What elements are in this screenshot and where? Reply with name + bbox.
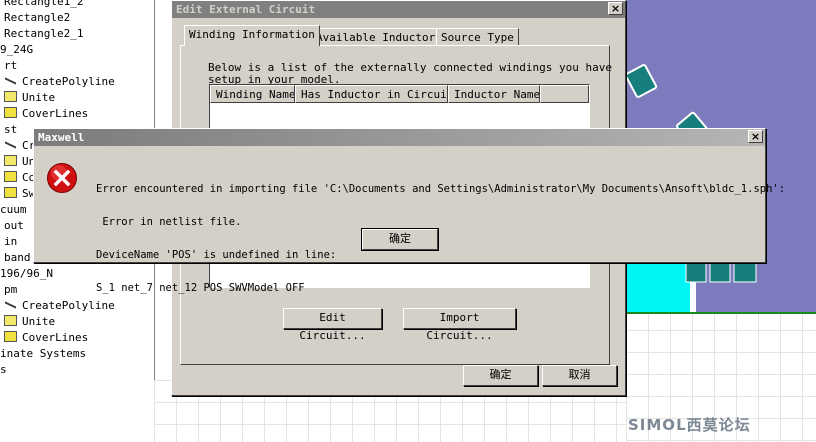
tree-item-label: Unite bbox=[22, 91, 56, 104]
tree-item[interactable]: cuum bbox=[0, 202, 27, 218]
tree-item[interactable]: 196/96_N bbox=[0, 266, 53, 282]
tree-item[interactable]: pm bbox=[4, 282, 17, 298]
tree-item[interactable]: rt bbox=[4, 58, 17, 74]
ok-label: 确定 bbox=[389, 232, 411, 245]
unite-icon bbox=[4, 155, 17, 166]
ok-label: 确定 bbox=[489, 368, 512, 381]
column-header-filler bbox=[540, 85, 589, 103]
tree-item[interactable]: Rectangle1_2 bbox=[4, 0, 83, 10]
tree-item[interactable]: Rectangle2 bbox=[4, 10, 70, 26]
tree-item-label: Rectangle2_1 bbox=[4, 27, 84, 40]
column-header-has-inductor[interactable]: Has Inductor in Circuit bbox=[295, 85, 448, 103]
maxwell-error-dialog: Maxwell × Error encountered in importing… bbox=[33, 128, 785, 294]
tab-label: Source Type bbox=[441, 31, 514, 44]
tree-item-label: Rectangle1_2 bbox=[4, 0, 84, 8]
tree-item[interactable]: Sw bbox=[4, 186, 35, 202]
tree-item-label: out bbox=[4, 219, 24, 232]
tree-item[interactable]: CreatePolyline bbox=[4, 74, 115, 90]
cancel-label: 取消 bbox=[568, 368, 591, 381]
tree-item-label: pm bbox=[4, 283, 18, 296]
tree-item-label: band bbox=[4, 251, 31, 264]
polyline-icon bbox=[4, 75, 17, 86]
tree-item-label: st bbox=[4, 123, 18, 136]
column-label: Has Inductor in Circuit bbox=[301, 88, 448, 101]
tree-item[interactable]: s bbox=[0, 362, 7, 378]
tree-item-label: 196/96_N bbox=[0, 267, 53, 280]
error-dialog-close-button[interactable]: × bbox=[748, 130, 763, 143]
description-text: Below is a list of the externally connec… bbox=[208, 62, 612, 86]
tree-item-label: CreatePolyline bbox=[22, 75, 115, 88]
tree-item[interactable]: out bbox=[4, 218, 24, 234]
tree-item-label: in bbox=[4, 235, 18, 248]
polyline-icon bbox=[4, 299, 17, 310]
error-icon bbox=[47, 163, 77, 193]
column-label: Winding Name bbox=[216, 88, 295, 101]
coverlines-icon bbox=[4, 331, 17, 342]
error-message-line-1: Error encountered in importing file 'C:\… bbox=[96, 183, 786, 195]
tree-item-label: 9_24G bbox=[0, 43, 34, 56]
tree-item[interactable]: Co bbox=[4, 170, 35, 186]
tree-item-label: Unite bbox=[22, 315, 56, 328]
coverlines-icon bbox=[4, 171, 17, 182]
tab-label: Winding Information bbox=[189, 28, 315, 41]
tree-item[interactable]: Cr bbox=[4, 138, 35, 154]
tree-item-label: CoverLines bbox=[22, 107, 89, 120]
coverlines-icon bbox=[4, 187, 17, 198]
tree-item[interactable]: st bbox=[4, 122, 17, 138]
coverlines-icon bbox=[4, 107, 17, 118]
error-message: Error encountered in importing file 'C:\… bbox=[96, 162, 785, 316]
edit-dialog-cancel-button[interactable]: 取消 bbox=[542, 365, 617, 386]
error-message-line-2: Error in netlist file. bbox=[96, 216, 242, 228]
tab-label: Available Inductors bbox=[316, 31, 442, 44]
error-message-line-4: S_1 net_7 net_12 POS SWVModel OFF bbox=[96, 282, 305, 294]
polyline-icon bbox=[4, 139, 17, 150]
error-dialog-titlebar[interactable]: Maxwell × bbox=[34, 129, 765, 146]
tree-item-label: cuum bbox=[0, 203, 27, 216]
tree-item[interactable]: CoverLines bbox=[4, 106, 88, 122]
tree-item-label: Rectangle2 bbox=[4, 11, 71, 24]
tree-item[interactable]: Unite bbox=[4, 314, 55, 330]
edit-dialog-titlebar[interactable]: Edit External Circuit × bbox=[172, 1, 625, 18]
tab-source-type[interactable]: Source Type bbox=[436, 28, 519, 45]
tree-item[interactable]: in bbox=[4, 234, 17, 250]
tree-item-label: CoverLines bbox=[22, 331, 89, 344]
error-message-line-3: DeviceName 'POS' is undefined in line: bbox=[96, 249, 337, 261]
unite-icon bbox=[4, 91, 17, 102]
tree-item[interactable]: CoverLines bbox=[4, 330, 88, 346]
edit-dialog-close-button[interactable]: × bbox=[608, 2, 623, 15]
tree-item[interactable]: Unite bbox=[4, 90, 55, 106]
tree-item-label: rt bbox=[4, 59, 18, 72]
watermark: SIMOL西莫论坛 bbox=[628, 416, 751, 434]
tree-item[interactable]: Rectangle2_1 bbox=[4, 26, 83, 42]
tree-item-label: s bbox=[0, 363, 7, 376]
tab-available-inductors[interactable]: Available Inductors bbox=[311, 28, 447, 45]
column-label: Inductor Name bbox=[454, 88, 540, 101]
error-dialog-ok-button[interactable]: 确定 bbox=[361, 228, 439, 251]
error-dialog-title: Maxwell bbox=[38, 131, 85, 144]
edit-dialog-title: Edit External Circuit bbox=[176, 3, 316, 16]
column-header-inductor-name[interactable]: Inductor Name bbox=[448, 85, 540, 103]
tree-item-label: inate Systems bbox=[0, 347, 87, 360]
column-header-winding-name[interactable]: Winding Name bbox=[210, 85, 295, 103]
tree-item[interactable]: band bbox=[4, 250, 31, 266]
tab-winding-information[interactable]: Winding Information bbox=[184, 25, 320, 46]
tree-item[interactable]: Un bbox=[4, 154, 35, 170]
edit-dialog-ok-button[interactable]: 确定 bbox=[463, 365, 538, 386]
tree-item[interactable]: 9_24G bbox=[0, 42, 33, 58]
tree-item[interactable]: inate Systems bbox=[0, 346, 86, 362]
unite-icon bbox=[4, 315, 17, 326]
